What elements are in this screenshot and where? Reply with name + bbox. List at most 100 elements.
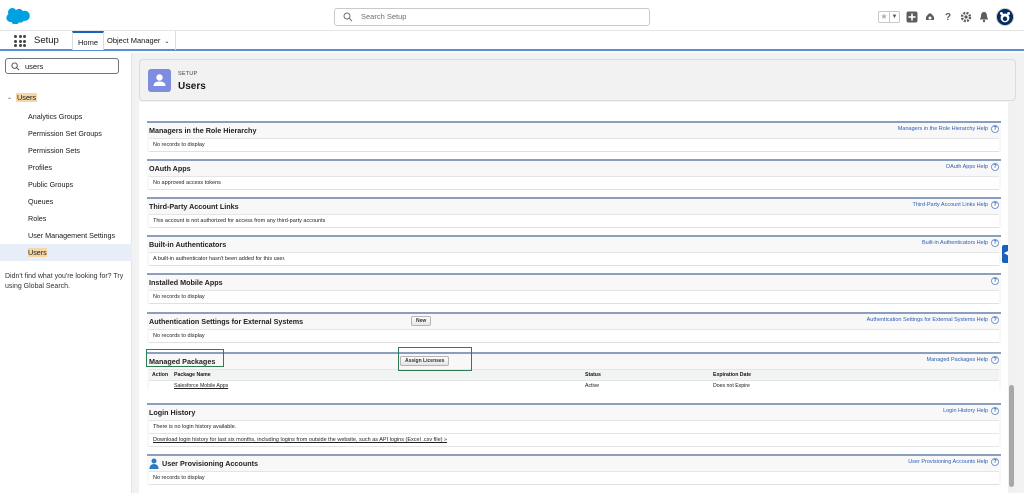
sidebar-item-profiles[interactable]: Profiles (0, 159, 132, 176)
sidebar-item-label: Profiles (28, 163, 52, 172)
related-list-title: User Provisioning Accounts (162, 459, 258, 468)
sidebar-item-queues[interactable]: Queues (0, 193, 132, 210)
search-placeholder: Search Setup (361, 12, 407, 21)
tab-home[interactable]: Home (72, 31, 105, 50)
related-list-body: No records to display (149, 290, 999, 304)
setup-sidebar: users ⌄ Users Analytics Groups Permissio… (0, 53, 132, 493)
sidebar-item-label: Public Groups (28, 180, 74, 189)
user-icon (148, 69, 171, 92)
notifications-bell-icon[interactable] (978, 11, 990, 23)
related-list-user-provisioning: User Provisioning Accounts User Provisio… (147, 454, 1001, 485)
related-list-body: No records to display (149, 471, 999, 485)
related-list-title: Login History (149, 408, 196, 417)
related-list-help-link[interactable]: Third-Party Account Links Help? (912, 201, 999, 209)
related-list-title: OAuth Apps (149, 164, 191, 173)
help-icon[interactable]: ? (991, 356, 999, 364)
help-icon[interactable]: ? (991, 163, 999, 171)
related-list-title: Installed Mobile Apps (149, 278, 223, 287)
app-launcher-icon[interactable] (14, 35, 26, 47)
related-list-help-link[interactable]: Managed Packages Help? (927, 356, 999, 364)
related-list-third-party-links: Third-Party Account Links Third-Party Ac… (147, 197, 1001, 228)
help-link-label: User Provisioning Accounts Help (908, 459, 988, 465)
sidebar-item-users[interactable]: Users (0, 244, 132, 261)
sidebar-item-label: User Management Settings (28, 231, 116, 240)
related-list-help-link[interactable]: Managers in the Role Hierarchy Help? (898, 125, 999, 133)
help-link-label: Built-in Authenticators Help (921, 240, 988, 246)
related-list-help-link[interactable]: OAuth Apps Help? (946, 163, 999, 171)
tree-node-users[interactable]: ⌄ Users (7, 93, 38, 102)
user-detail-related-lists: Managers in the Role Hierarchy Managers … (139, 102, 1008, 493)
column-header-action: Action (152, 372, 169, 378)
help-link-label: Managed Packages Help (926, 357, 988, 363)
help-icon[interactable]: ? (991, 201, 999, 209)
tree-node-label: Users (16, 93, 38, 102)
quick-find-input[interactable]: users (5, 58, 119, 74)
main-content: SETUP Users Managers in the Role Hierarc… (132, 53, 1024, 493)
new-button[interactable]: New (411, 316, 432, 326)
help-link-label: Third-Party Account Links Help (912, 202, 988, 208)
related-list-oauth-apps: OAuth Apps OAuth Apps Help? No approved … (147, 159, 1001, 190)
global-search-input[interactable]: Search Setup (334, 8, 650, 26)
related-list-help-link[interactable]: User Provisioning Accounts Help? (908, 458, 999, 466)
chevron-down-icon[interactable]: ⌄ (7, 94, 12, 101)
help-icon[interactable]: ? (991, 277, 999, 285)
related-list-body: A built-in authenticator hasn't been add… (149, 252, 999, 266)
related-list-title: Managers in the Role Hierarchy (149, 126, 257, 135)
favorites-star-icon[interactable]: ★ (879, 12, 889, 22)
table-row: Salesforce Mobile Apps Active Does not E… (149, 380, 999, 390)
user-avatar[interactable] (996, 8, 1014, 26)
package-status: Active (585, 383, 600, 389)
sidebar-help-text: Didn't find what you're looking for? Try… (5, 273, 124, 290)
help-link-label: Authentication Settings for External Sys… (866, 317, 988, 323)
setup-gear-icon[interactable] (960, 11, 972, 23)
related-list-help-link[interactable]: Built-in Authenticators Help? (922, 239, 999, 247)
search-icon (11, 62, 20, 71)
related-list-title: Authentication Settings for External Sys… (149, 317, 304, 326)
related-list-body: No records to display (149, 329, 999, 343)
related-list-login-history: Login History Login History Help? There … (147, 403, 1001, 447)
help-link-label: Login History Help (943, 408, 988, 414)
help-link-label: Managers in the Role Hierarchy Help (897, 126, 988, 132)
sidebar-item-analytics-groups[interactable]: Analytics Groups (0, 108, 132, 125)
help-icon[interactable]: ? (991, 125, 999, 133)
related-list-built-in-authenticators: Built-in Authenticators Built-in Authent… (147, 235, 1001, 266)
app-name: Setup (34, 35, 59, 46)
page-title: Users (178, 81, 206, 92)
sidebar-item-label: Roles (28, 214, 47, 223)
related-list-help-link[interactable]: ? (991, 277, 999, 285)
related-list-help-link[interactable]: Authentication Settings for External Sys… (867, 316, 999, 324)
sidebar-item-label: Permission Sets (28, 146, 80, 155)
package-link[interactable]: Salesforce Mobile Apps (174, 383, 228, 389)
sidebar-item-user-management-settings[interactable]: User Management Settings (0, 227, 132, 244)
related-list-managed-packages: Managed Packages Assign Licenses Managed… (147, 352, 1001, 390)
managed-packages-table: Action Package Name Status Expiration Da… (149, 369, 999, 390)
highlight-assign-licenses (398, 347, 472, 371)
help-icon[interactable]: ? (991, 316, 999, 324)
content-scrollbar[interactable] (1008, 102, 1016, 493)
favorites-dropdown-icon[interactable]: ▼ (889, 12, 899, 22)
related-list-title: Third-Party Account Links (149, 202, 239, 211)
favorites-group[interactable]: ★ ▼ (878, 11, 900, 23)
chevron-down-icon[interactable]: ⌄ (164, 39, 169, 45)
search-icon (343, 12, 353, 22)
sidebar-item-label: Permission Set Groups (28, 129, 102, 138)
sidebar-item-label: Users (28, 248, 47, 257)
sidebar-item-public-groups[interactable]: Public Groups (0, 176, 132, 193)
salesforce-logo-icon[interactable] (6, 8, 30, 24)
help-icon[interactable]: ? (991, 458, 999, 466)
help-icon[interactable]: ? (991, 239, 999, 247)
related-list-help-link[interactable]: Login History Help? (943, 407, 999, 415)
sidebar-item-permission-set-groups[interactable]: Permission Set Groups (0, 125, 132, 142)
quick-find-value: users (25, 62, 44, 71)
trailhead-icon[interactable] (924, 11, 936, 23)
sidebar-item-roles[interactable]: Roles (0, 210, 132, 227)
sidebar-item-permission-sets[interactable]: Permission Sets (0, 142, 132, 159)
add-icon[interactable] (906, 11, 918, 23)
help-icon[interactable]: ? (942, 11, 954, 23)
download-login-history-link[interactable]: Download login history for last six mont… (153, 437, 447, 443)
user-provisioning-icon (149, 458, 159, 469)
help-icon[interactable]: ? (991, 407, 999, 415)
page-kicker: SETUP (178, 71, 198, 77)
scrollbar-thumb[interactable] (1009, 385, 1014, 487)
tab-object-manager[interactable]: Object Manager ⌄ (101, 31, 177, 50)
